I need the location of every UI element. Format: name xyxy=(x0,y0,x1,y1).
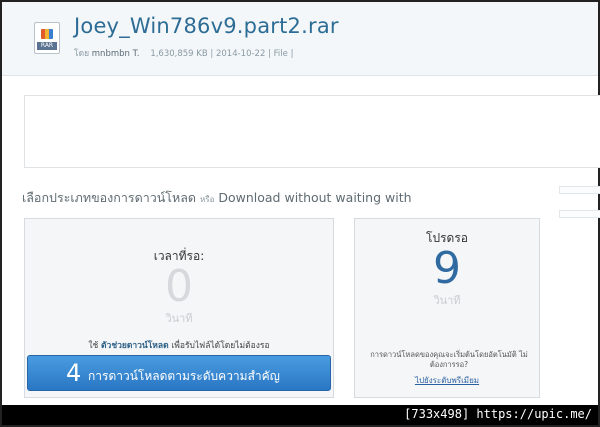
countdown-value: 9 xyxy=(433,243,461,294)
file-title: Joey_Win786v9.part2.rar xyxy=(74,14,339,38)
side-panel-strip xyxy=(559,210,600,218)
download-type-heading: เลือกประเภทของการดาวน์โหลด หรือ Download… xyxy=(22,188,412,208)
free-download-panel: เวลาที่รอ: 0 วินาที ใช้ ตัวช่วยดาวน์โหลด… xyxy=(24,218,334,398)
download-helper-link[interactable]: ตัวช่วยดาวน์โหลด xyxy=(101,341,169,351)
premium-upgrade-link[interactable]: ไปยังระดับพรีเมียม xyxy=(355,374,539,387)
file-extension-badge: RAR xyxy=(37,42,57,50)
file-size: 1,630,859 KB xyxy=(150,49,208,59)
file-date: 2014-10-22 xyxy=(215,49,266,59)
archive-glyph-icon xyxy=(41,29,53,39)
priority-number: 4 xyxy=(66,359,82,387)
premium-download-panel: โปรดรอ 9 วินาที การดาวน์โหลดของคุณจะเริ่… xyxy=(354,218,540,398)
use-prefix: ใช้ xyxy=(88,341,99,351)
wait-time-value: 0 xyxy=(165,261,193,312)
priority-download-label: การดาวน์โหลดตามระดับความสำคัญ xyxy=(88,369,280,383)
choose-text: เลือกประเภทของการดาวน์โหลด xyxy=(22,190,197,205)
file-meta: โดย mnbmbn T. 1,630,859 KB | 2014-10-22 … xyxy=(74,49,294,59)
english-text: Download without waiting with xyxy=(218,190,412,205)
upic-watermark: [733x498] https://upic.me/ xyxy=(404,407,592,421)
image-footer: [733x498] https://upic.me/ xyxy=(2,405,598,425)
or-text: หรือ xyxy=(200,195,215,204)
ad-banner-area xyxy=(24,95,600,168)
file-header: RAR Joey_Win786v9.part2.rar โดย mnbmbn T… xyxy=(2,2,598,76)
download-helper-text: ใช้ ตัวช่วยดาวน์โหลด เพื่อรับไฟล์ได้โดยไ… xyxy=(25,338,333,352)
file-type: File xyxy=(273,49,288,59)
auto-start-description: การดาวน์โหลดของคุณจะเริ่มต้นโดยอัตโนมัติ… xyxy=(370,350,528,369)
by-label: โดย xyxy=(74,49,90,59)
use-suffix: เพื่อรับไฟล์ได้โดยไม่ต้องรอ xyxy=(171,341,270,351)
side-panel-strip xyxy=(559,186,600,194)
priority-download-button[interactable]: 4 การดาวน์โหลดตามระดับความสำคัญ xyxy=(27,355,331,391)
uploader-name[interactable]: mnbmbn T. xyxy=(92,49,140,59)
countdown-unit: วินาที xyxy=(433,294,461,307)
rar-file-icon: RAR xyxy=(34,22,60,54)
wait-time-unit: วินาที xyxy=(165,312,193,325)
